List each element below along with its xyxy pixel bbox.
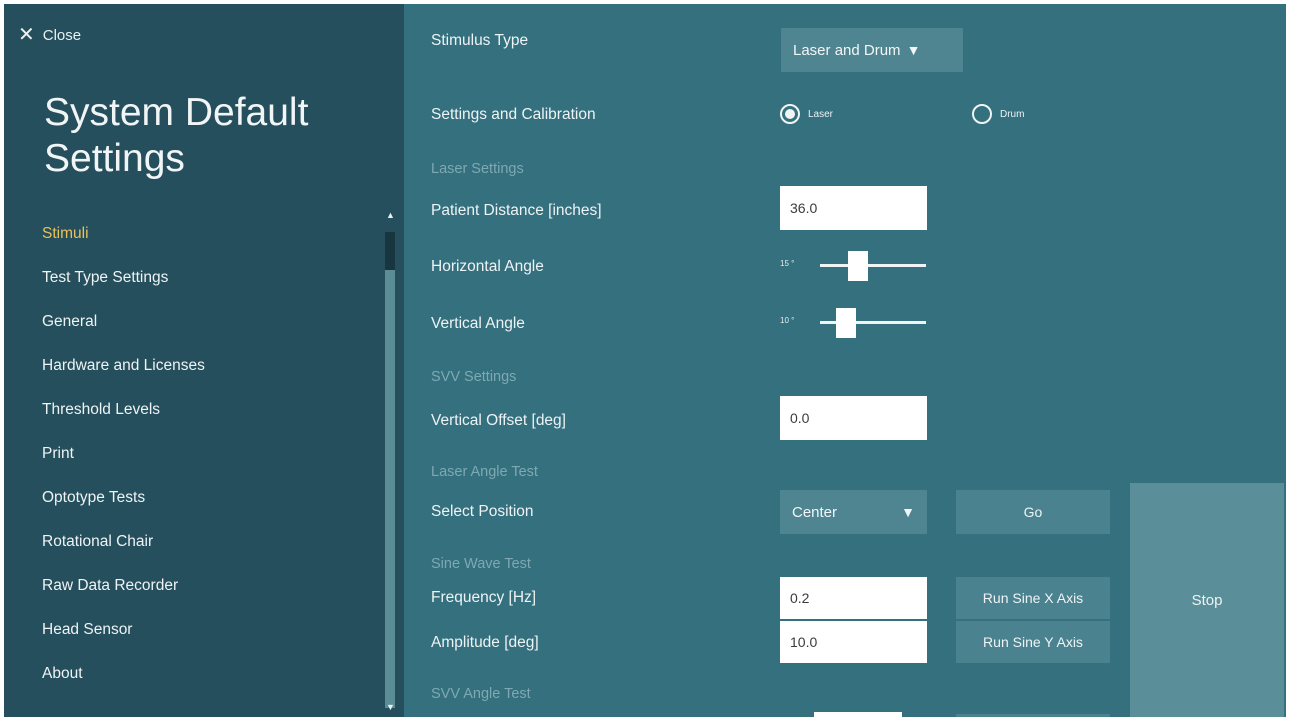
radio-drum-label: Drum [1000, 108, 1025, 120]
amplitude-label: Amplitude [deg] [431, 634, 539, 651]
page-title: System Default Settings [44, 91, 309, 180]
vertical-offset-label: Vertical Offset [deg] [431, 412, 566, 429]
select-position-value: Center [792, 503, 838, 521]
caret-down-icon: ▼ [906, 42, 921, 58]
go-button[interactable]: Go [956, 490, 1110, 534]
select-position-dropdown[interactable]: Center ▼ [780, 490, 927, 534]
select-position-label: Select Position [431, 503, 534, 520]
radio-drum[interactable]: Drum [972, 104, 1024, 124]
sidebar-item-raw-data-recorder[interactable]: Raw Data Recorder [42, 572, 205, 616]
vertical-angle-label: Vertical Angle [431, 315, 525, 332]
sidebar-item-general[interactable]: General [42, 308, 205, 352]
horizontal-angle-track[interactable] [820, 264, 926, 267]
sidebar-item-test-type-settings[interactable]: Test Type Settings [42, 264, 205, 308]
stimulus-type-dropdown[interactable]: Laser and Drum ▼ [781, 28, 963, 72]
scrollbar-thumb[interactable] [385, 232, 395, 270]
horizontal-angle-label: Horizontal Angle [431, 258, 544, 275]
svv-angle-partial-button[interactable] [956, 714, 1110, 717]
patient-distance-label: Patient Distance [inches] [431, 202, 602, 219]
radio-drum-indicator [972, 104, 992, 124]
laser-settings-header: Laser Settings [431, 161, 524, 177]
sidebar-item-hardware-and-licenses[interactable]: Hardware and Licenses [42, 352, 205, 396]
frequency-label: Frequency [Hz] [431, 589, 537, 606]
sidebar-item-about[interactable]: About [42, 660, 205, 704]
sidebar-item-head-sensor[interactable]: Head Sensor [42, 616, 205, 660]
sidebar-item-stimuli[interactable]: Stimuli [42, 220, 205, 264]
laser-angle-test-header: Laser Angle Test [431, 464, 538, 480]
settings-content: Stimulus Type Laser and Drum ▼ Settings … [404, 4, 1286, 717]
sidebar-scrollbar[interactable]: ▲ ▼ [384, 210, 398, 717]
sidebar-item-threshold-levels[interactable]: Threshold Levels [42, 396, 205, 440]
stimulus-type-value: Laser and Drum [793, 41, 901, 59]
sidebar-item-print[interactable]: Print [42, 440, 205, 484]
vertical-angle-value: 10 ° [780, 316, 795, 325]
run-sine-y-button[interactable]: Run Sine Y Axis [956, 621, 1110, 663]
svv-settings-header: SVV Settings [431, 369, 517, 385]
horizontal-angle-thumb[interactable] [848, 251, 868, 281]
close-label: Close [42, 26, 82, 44]
sine-wave-test-header: Sine Wave Test [431, 556, 531, 572]
vertical-angle-slider[interactable]: 10 ° [780, 308, 930, 338]
settings-calibration-label: Settings and Calibration [431, 106, 596, 123]
amplitude-input[interactable]: 10.0 [780, 621, 927, 663]
scroll-down-arrow-icon[interactable]: ▼ [386, 702, 395, 712]
stimulus-type-label: Stimulus Type [431, 32, 529, 49]
radio-laser-label: Laser [808, 108, 834, 120]
stop-button[interactable]: Stop [1130, 483, 1284, 717]
settings-sidebar: ✕ Close System Default Settings Stimuli … [4, 4, 404, 717]
scroll-up-arrow-icon[interactable]: ▲ [386, 210, 395, 220]
radio-laser[interactable]: Laser [780, 104, 833, 124]
horizontal-angle-value: 15 ° [780, 259, 795, 268]
run-sine-x-button[interactable]: Run Sine X Axis [956, 577, 1110, 619]
close-icon: ✕ [18, 24, 35, 46]
sidebar-item-rotational-chair[interactable]: Rotational Chair [42, 528, 205, 572]
caret-down-icon: ▼ [901, 504, 915, 520]
horizontal-angle-slider[interactable]: 15 ° [780, 251, 930, 281]
sidebar-nav: Stimuli Test Type Settings General Hardw… [42, 220, 205, 704]
svv-angle-partial-control[interactable] [814, 712, 902, 717]
sidebar-item-optotype-tests[interactable]: Optotype Tests [42, 484, 205, 528]
close-button[interactable]: ✕ Close [18, 24, 82, 46]
vertical-angle-thumb[interactable] [836, 308, 856, 338]
frequency-input[interactable]: 0.2 [780, 577, 927, 619]
svv-angle-test-header: SVV Angle Test [431, 686, 531, 702]
vertical-offset-input[interactable]: 0.0 [780, 396, 927, 440]
radio-laser-indicator [780, 104, 800, 124]
scrollbar-track[interactable] [385, 232, 395, 708]
patient-distance-input[interactable]: 36.0 [780, 186, 927, 230]
